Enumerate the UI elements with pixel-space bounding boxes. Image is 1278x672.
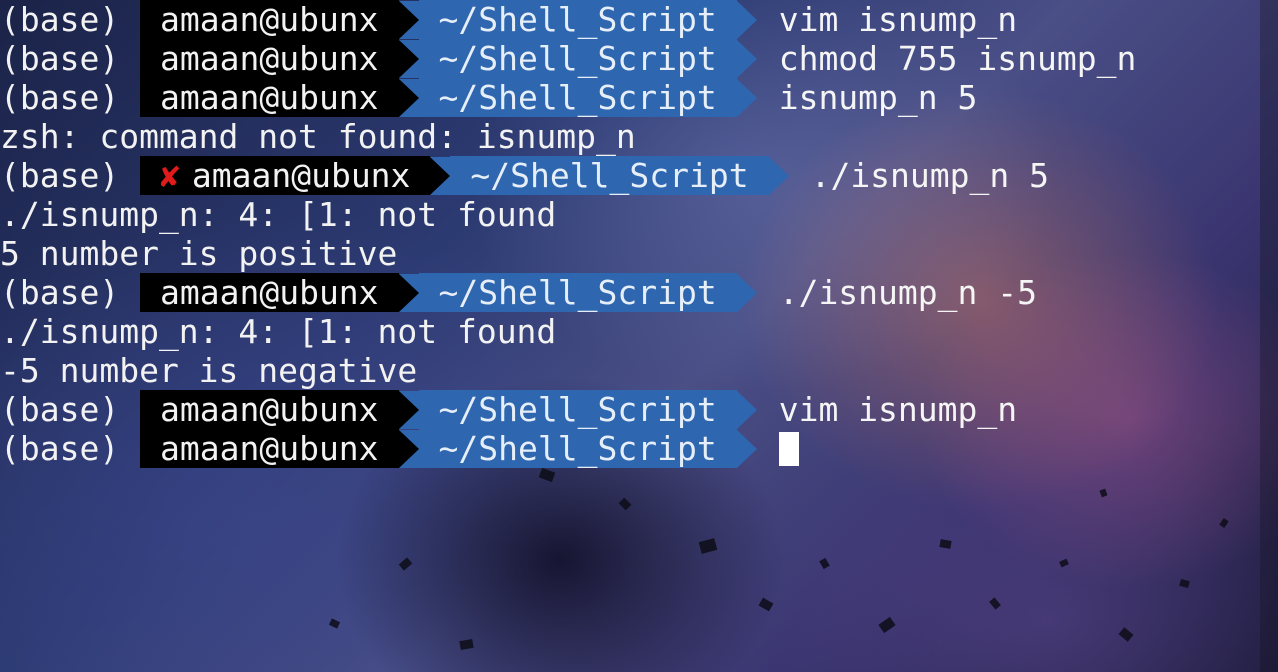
user-host-segment: amaan@ubunx bbox=[140, 429, 399, 468]
segment-separator-icon bbox=[736, 273, 757, 312]
command-text: vim isnump_n bbox=[778, 0, 1018, 39]
segment-separator-icon bbox=[736, 429, 757, 468]
user-host-segment: amaan@ubunx bbox=[140, 273, 399, 312]
segment-separator-icon bbox=[736, 0, 757, 39]
segment-separator-icon bbox=[398, 39, 419, 78]
output-line: ./isnump_n: 4: [1: not found bbox=[0, 312, 557, 351]
path-segment: ~/Shell_Script bbox=[418, 39, 737, 78]
output-line: -5 number is negative bbox=[0, 351, 418, 390]
path-segment: ~/Shell_Script bbox=[418, 273, 737, 312]
conda-env-label: (base) bbox=[0, 0, 120, 39]
error-x-icon: ✘ bbox=[160, 156, 180, 195]
terminal-output[interactable]: (base) amaan@ubunx ~/Shell_Script vim isnum… bbox=[0, 0, 1260, 468]
command-text: isnump_n 5 bbox=[778, 78, 978, 117]
prompt-line: (base) amaan@ubunx ~/Shell_Script vim isnum… bbox=[0, 390, 1260, 429]
prompt-line: (base) amaan@ubunx ~/Shell_Script chmod 755… bbox=[0, 39, 1260, 78]
command-text: ./isnump_n -5 bbox=[778, 273, 1037, 312]
segment-separator-icon bbox=[430, 156, 451, 195]
path-segment: ~/Shell_Script bbox=[418, 78, 737, 117]
segment-separator-icon bbox=[768, 156, 789, 195]
user-host-segment: amaan@ubunx bbox=[140, 78, 399, 117]
segment-separator-icon bbox=[398, 273, 419, 312]
user-host-segment: amaan@ubunx bbox=[140, 390, 399, 429]
prompt-line: (base) amaan@ubunx ~/Shell_Script vim isnum… bbox=[0, 0, 1260, 39]
segment-separator-icon bbox=[736, 78, 757, 117]
segment-separator-icon bbox=[398, 0, 419, 39]
prompt-line-error: (base) ✘ amaan@ubunx ~/Shell_Script ./isnump… bbox=[0, 156, 1260, 195]
path-segment: ~/Shell_Script bbox=[418, 390, 737, 429]
segment-separator-icon bbox=[398, 390, 419, 429]
user-host-label: amaan@ubunx bbox=[191, 156, 411, 195]
command-text: chmod 755 isnump_n bbox=[778, 39, 1137, 78]
path-segment: ~/Shell_Script bbox=[450, 156, 769, 195]
command-text: ./isnump_n 5 bbox=[810, 156, 1049, 195]
prompt-line: (base) amaan@ubunx ~/Shell_Script ./isnump_… bbox=[0, 273, 1260, 312]
output-line: 5 number is positive bbox=[0, 234, 398, 273]
conda-env-label: (base) bbox=[0, 429, 120, 468]
conda-env-label: (base) bbox=[0, 39, 120, 78]
path-segment: ~/Shell_Script bbox=[418, 429, 737, 468]
user-host-segment: amaan@ubunx bbox=[140, 0, 399, 39]
segment-separator-icon bbox=[398, 78, 419, 117]
terminal-scrollbar[interactable] bbox=[1260, 0, 1278, 672]
conda-env-label: (base) bbox=[0, 273, 120, 312]
conda-env-label: (base) bbox=[0, 78, 120, 117]
command-text: vim isnump_n bbox=[778, 390, 1018, 429]
conda-env-label: (base) bbox=[0, 156, 120, 195]
conda-env-label: (base) bbox=[0, 390, 120, 429]
user-host-segment: amaan@ubunx bbox=[140, 39, 399, 78]
user-host-segment: ✘ amaan@ubunx bbox=[140, 156, 431, 195]
terminal-cursor[interactable] bbox=[778, 431, 799, 466]
output-line: ./isnump_n: 4: [1: not found bbox=[0, 195, 557, 234]
active-prompt-line[interactable]: (base) amaan@ubunx ~/Shell_Script bbox=[0, 429, 1260, 468]
path-segment: ~/Shell_Script bbox=[418, 0, 737, 39]
segment-separator-icon bbox=[736, 39, 757, 78]
segment-separator-icon bbox=[398, 429, 419, 468]
output-line: zsh: command not found: isnump_n bbox=[0, 117, 636, 156]
prompt-line: (base) amaan@ubunx ~/Shell_Script isnump_n … bbox=[0, 78, 1260, 117]
segment-separator-icon bbox=[736, 390, 757, 429]
